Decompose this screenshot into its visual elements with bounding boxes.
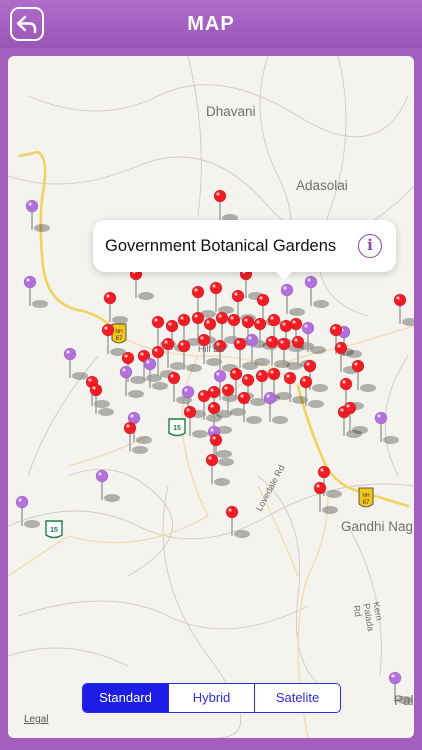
purple-pin[interactable]	[245, 333, 270, 366]
purple-pin[interactable]	[95, 469, 120, 502]
route-shield: NH 67	[111, 323, 127, 344]
callout-tail	[274, 270, 294, 280]
route-shield: NH 67	[358, 487, 374, 508]
purple-pin[interactable]	[63, 347, 88, 380]
purple-pin[interactable]	[15, 495, 40, 528]
map-screen: MAP NH 67 NH 67 15 15 Dhavani Adasolai G…	[0, 0, 422, 750]
purple-pin[interactable]	[25, 199, 50, 232]
red-pin[interactable]	[393, 293, 414, 326]
red-pin[interactable]	[103, 291, 128, 324]
svg-text:NH: NH	[115, 329, 123, 335]
map-type-control[interactable]: Standard Hybrid Satelite	[82, 683, 341, 713]
route-shield: 15	[45, 520, 63, 539]
place-label: Adasolai	[296, 178, 348, 193]
route-shield: 15	[168, 418, 186, 437]
map-type-hybrid[interactable]: Hybrid	[169, 684, 255, 712]
purple-pin[interactable]	[23, 275, 48, 308]
red-pin[interactable]	[129, 267, 154, 300]
map-view[interactable]: NH 67 NH 67 15 15 Dhavani Adasolai Gandh…	[8, 56, 414, 738]
svg-text:15: 15	[50, 527, 58, 534]
info-icon[interactable]: i	[358, 234, 382, 258]
map-canvas[interactable]: NH 67 NH 67 15 15	[8, 56, 414, 738]
place-label: Hill Bu	[198, 344, 225, 354]
svg-text:15: 15	[173, 425, 181, 432]
red-pin[interactable]	[209, 281, 234, 314]
legal-link[interactable]: Legal	[24, 714, 48, 725]
svg-text:67: 67	[116, 336, 123, 342]
svg-text:67: 67	[363, 500, 370, 506]
place-label: Gandhi Nag	[341, 519, 414, 534]
top-bar: MAP	[0, 0, 422, 48]
purple-pin[interactable]	[280, 283, 305, 316]
map-type-standard[interactable]: Standard	[83, 684, 169, 712]
place-label: Dhavani	[206, 104, 256, 119]
red-pin[interactable]	[237, 391, 262, 424]
purple-pin[interactable]	[374, 411, 399, 444]
place-label: Pal	[394, 693, 414, 708]
page-title: MAP	[187, 13, 235, 35]
purple-pin[interactable]	[304, 275, 329, 308]
place-label: Kern Palada Rd	[351, 601, 385, 633]
map-type-satellite[interactable]: Satelite	[255, 684, 340, 712]
red-pin[interactable]	[313, 481, 338, 514]
svg-text:NH: NH	[362, 493, 370, 499]
callout-title: Government Botanical Gardens	[105, 237, 337, 255]
red-pin[interactable]	[343, 401, 368, 434]
red-pin[interactable]	[213, 189, 238, 222]
location-callout[interactable]: Government Botanical Gardens i	[93, 220, 396, 280]
red-pin[interactable]	[351, 359, 376, 392]
